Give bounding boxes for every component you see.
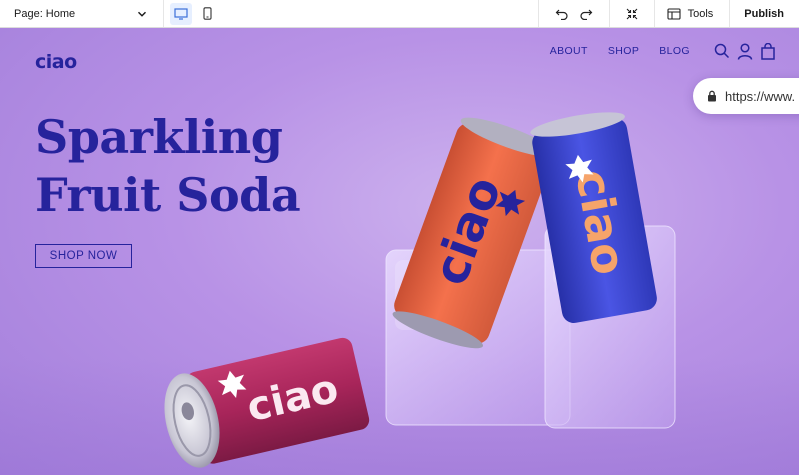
history-controls xyxy=(537,0,609,27)
undo-button[interactable] xyxy=(553,5,571,23)
hero-headline: Sparkling Fruit Soda xyxy=(35,108,365,224)
zoom-out-icon xyxy=(626,8,637,19)
account-button[interactable] xyxy=(736,42,754,60)
publish-button[interactable]: Publish xyxy=(729,0,799,27)
redo-button[interactable] xyxy=(577,5,595,23)
bag-icon xyxy=(761,42,775,60)
cart-button[interactable] xyxy=(759,42,777,60)
chevron-down-icon xyxy=(137,11,147,17)
undo-icon xyxy=(555,9,568,20)
shop-now-label: SHOP NOW xyxy=(49,250,118,262)
site-canvas: ciao ciao ciao ciao ABOUT SHOP BLOG http… xyxy=(0,28,799,475)
page-selector-label: Page: Home xyxy=(14,7,76,20)
nav-about[interactable]: ABOUT xyxy=(550,45,588,57)
desktop-view-button[interactable] xyxy=(170,2,192,25)
editor-toolbar: Page: Home Tools Publish xyxy=(0,0,799,28)
hero-headline-line-1: Sparkling xyxy=(35,110,283,164)
page-selector[interactable]: Page: Home xyxy=(0,0,164,27)
tools-menu-button[interactable]: Tools xyxy=(653,0,730,27)
mobile-view-button[interactable] xyxy=(196,3,218,25)
mobile-icon xyxy=(202,7,212,20)
device-switcher xyxy=(164,0,224,27)
search-icon xyxy=(714,43,730,59)
redo-icon xyxy=(579,9,592,20)
user-icon xyxy=(737,42,753,60)
zoom-control xyxy=(608,0,654,27)
tools-label: Tools xyxy=(687,7,714,20)
site-nav: ABOUT SHOP BLOG xyxy=(550,42,777,60)
url-bar-overlay[interactable]: https://www. xyxy=(693,78,799,114)
tools-icon xyxy=(667,7,681,20)
search-button[interactable] xyxy=(713,42,731,60)
url-text: https://www. xyxy=(725,88,796,104)
lock-icon xyxy=(708,90,716,102)
publish-label: Publish xyxy=(744,7,784,20)
nav-blog[interactable]: BLOG xyxy=(659,45,690,57)
zoom-out-button[interactable] xyxy=(623,5,641,23)
desktop-icon xyxy=(174,7,188,20)
shop-now-button[interactable]: SHOP NOW xyxy=(35,244,132,268)
nav-shop[interactable]: SHOP xyxy=(608,45,639,57)
hero-headline-line-2: Fruit Soda xyxy=(35,168,301,222)
site-logo[interactable]: ciao xyxy=(35,51,77,73)
maroon-soda-can: ciao xyxy=(164,337,370,468)
